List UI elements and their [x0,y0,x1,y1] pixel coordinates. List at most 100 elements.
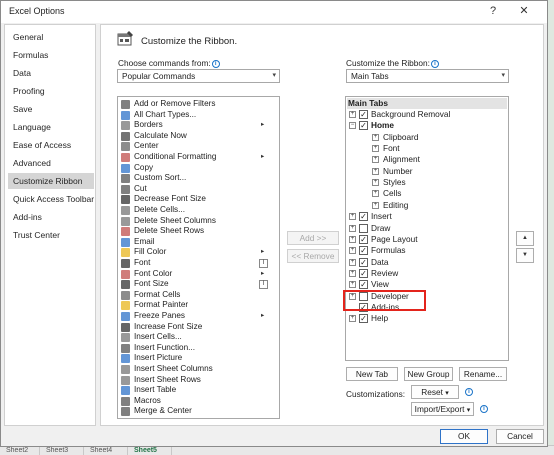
rename-button[interactable]: Rename... [459,367,507,381]
tree-item-draw[interactable]: + Draw [346,223,508,234]
sheet-tab-active[interactable]: Sheet5 [128,446,172,455]
command-item[interactable]: Font Size I [118,279,278,290]
checkbox-checked[interactable]: ✓ [359,121,368,131]
sidebar-item-advanced[interactable]: Advanced [8,155,94,171]
command-item[interactable]: Email [118,237,278,248]
command-item[interactable]: Copy [118,163,278,174]
expand-icon[interactable]: + [372,201,379,209]
command-item[interactable]: Custom Sort... [118,173,278,184]
sidebar-item-general[interactable]: General [8,29,94,45]
expand-icon[interactable]: + [349,213,356,221]
expand-icon[interactable]: + [372,179,379,187]
tree-item-page-layout[interactable]: + ✓ Page Layout [346,234,508,245]
tree-item-home[interactable]: − ✓ Home [346,120,508,131]
command-item[interactable]: Cut [118,184,278,195]
expand-icon[interactable]: + [349,224,356,232]
command-item[interactable]: Freeze Panes ▸ [118,311,278,322]
new-group-button[interactable]: New Group [404,367,453,381]
cancel-button[interactable]: Cancel [496,429,544,444]
collapse-icon[interactable]: − [349,122,356,130]
expand-icon[interactable]: + [349,281,356,289]
command-item[interactable]: Insert Function... [118,343,278,354]
command-item[interactable]: Insert Sheet Rows [118,375,278,386]
command-item[interactable]: Decrease Font Size [118,194,278,205]
checkbox-checked[interactable]: ✓ [359,110,368,119]
move-down-button[interactable]: ▼ [516,248,534,263]
command-item[interactable]: Insert Picture [118,353,278,364]
tree-item-data[interactable]: + ✓ Data [346,257,508,268]
command-item[interactable]: Add or Remove Filters [118,99,278,110]
command-item[interactable]: Delete Cells... [118,205,278,216]
checkbox-checked[interactable]: ✓ [359,268,368,278]
command-item[interactable]: Merge & Center [118,406,278,417]
command-item[interactable]: Increase Font Size [118,322,278,333]
command-item[interactable]: Borders ▸ [118,120,278,131]
command-item[interactable]: Format Painter [118,300,278,311]
expand-icon[interactable]: + [372,145,379,153]
remove-button[interactable]: << Remove [287,249,339,263]
command-item[interactable]: Delete Sheet Columns [118,216,278,227]
new-tab-button[interactable]: New Tab [346,367,398,381]
expand-icon[interactable]: + [349,247,356,255]
tree-item-view[interactable]: + ✓ View [346,279,508,290]
tree-item-background-removal[interactable]: + ✓ Background Removal [346,109,508,120]
sidebar-item-save[interactable]: Save [8,101,94,117]
command-item[interactable]: Center [118,141,278,152]
command-item[interactable]: Font Color ▸ [118,269,278,280]
tree-item-help[interactable]: + ✓ Help [346,313,508,324]
expand-icon[interactable]: + [372,156,379,164]
tree-item-insert[interactable]: + ✓ Insert [346,211,508,222]
choose-commands-select[interactable]: Popular Commands ▾ [117,69,280,83]
sidebar-item-proofing[interactable]: Proofing [8,83,94,99]
close-button[interactable]: ✕ [513,3,535,20]
sidebar-item-language[interactable]: Language [8,119,94,135]
sheet-tab[interactable]: Sheet4 [84,446,128,455]
help-button[interactable]: ? [482,3,504,20]
import-export-button[interactable]: Import/Export ▾ [411,402,474,416]
expand-icon[interactable]: + [349,269,356,277]
reset-button[interactable]: Reset ▾ [411,385,459,399]
ribbon-tabs-tree[interactable]: Main Tabs + ✓ Background Removal − ✓ Home + Cli… [345,96,509,361]
command-item[interactable]: Format Cells [118,290,278,301]
commands-list[interactable]: Add or Remove Filters All Chart Types... B… [117,96,280,419]
sidebar-item-trust-center[interactable]: Trust Center [8,227,94,243]
checkbox-checked[interactable]: ✓ [359,314,368,324]
tree-item-styles[interactable]: + Styles [346,177,508,188]
tree-item-formulas[interactable]: + ✓ Formulas [346,245,508,256]
expand-icon[interactable]: + [349,315,356,323]
move-up-button[interactable]: ▲ [516,231,534,246]
sidebar-item-add-ins[interactable]: Add-ins [8,209,94,225]
command-item[interactable]: Font I [118,258,278,269]
tree-item-font[interactable]: + Font [346,143,508,154]
command-item[interactable]: Fill Color ▸ [118,247,278,258]
expand-icon[interactable]: + [349,235,356,243]
command-item[interactable]: Macros [118,396,278,407]
tree-item-clipboard[interactable]: + Clipboard [346,132,508,143]
command-item[interactable]: Calculate Now [118,131,278,142]
sheet-tab[interactable]: Sheet2 [0,446,40,455]
sidebar-item-customize-ribbon[interactable]: Customize Ribbon [8,173,94,189]
checkbox-checked[interactable]: ✓ [359,234,368,244]
checkbox-checked[interactable]: ✓ [359,280,368,290]
expand-icon[interactable]: + [372,190,379,198]
expand-icon[interactable]: + [349,258,356,266]
add-button[interactable]: Add >> [287,231,339,245]
tree-item-review[interactable]: + ✓ Review [346,268,508,279]
customize-ribbon-select[interactable]: Main Tabs ▾ [346,69,509,83]
sidebar-item-ease-of-access[interactable]: Ease of Access [8,137,94,153]
command-item[interactable]: Insert Sheet Columns [118,364,278,375]
sidebar-item-data[interactable]: Data [8,65,94,81]
sidebar-item-formulas[interactable]: Formulas [8,47,94,63]
expand-icon[interactable]: + [372,133,379,141]
ok-button[interactable]: OK [440,429,488,444]
checkbox-checked[interactable]: ✓ [359,212,368,222]
tree-item-cells[interactable]: + Cells [346,188,508,199]
checkbox-unchecked[interactable] [359,223,368,233]
tree-item-number[interactable]: + Number [346,166,508,177]
expand-icon[interactable]: + [349,111,356,118]
command-item[interactable]: Insert Table [118,385,278,396]
expand-icon[interactable]: + [372,167,379,175]
sidebar-item-quick-access-toolbar[interactable]: Quick Access Toolbar [8,191,94,207]
sheet-tab[interactable]: Sheet3 [40,446,84,455]
command-item[interactable]: All Chart Types... [118,110,278,121]
